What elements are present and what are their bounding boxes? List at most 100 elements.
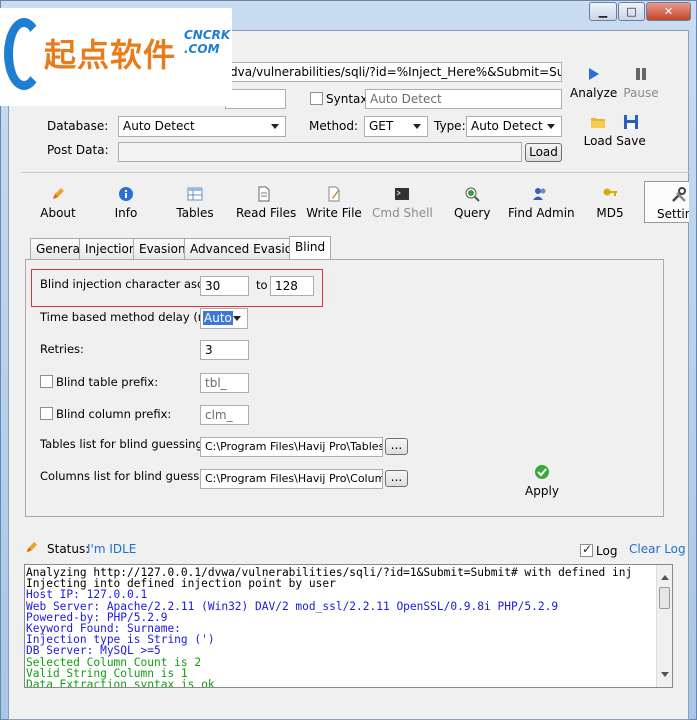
table-icon bbox=[187, 187, 203, 201]
status-pencil-icon bbox=[26, 541, 38, 553]
apply-button[interactable]: Apply bbox=[524, 464, 560, 498]
close-button[interactable]: ✕ bbox=[646, 2, 691, 21]
toolbar-find-admin-label: Find Admin bbox=[508, 206, 575, 220]
table-prefix-input[interactable]: tbl_ bbox=[200, 373, 249, 393]
terminal-icon bbox=[395, 188, 409, 200]
tab-blind[interactable]: Blind bbox=[289, 236, 332, 260]
toolbar-tables-label: Tables bbox=[176, 206, 214, 220]
method-label: Method: bbox=[309, 119, 359, 133]
blind-column-prefix-checkbox[interactable] bbox=[40, 407, 53, 420]
toolbar-tables[interactable]: Tables bbox=[176, 186, 214, 220]
toolbar-md5-label: MD5 bbox=[596, 206, 624, 220]
tables-list-label: Tables list for blind guessing: bbox=[40, 437, 207, 451]
database-select[interactable]: Auto Detect bbox=[118, 116, 286, 137]
load-label: Load bbox=[583, 134, 613, 148]
syntax-checkbox[interactable] bbox=[310, 92, 323, 105]
toolbar-cmd-shell[interactable]: Cmd Shell bbox=[372, 186, 433, 220]
toolbar-md5[interactable]: MD5 bbox=[596, 186, 624, 220]
watermark-logo: 起点软件 CNCRK .COM bbox=[0, 8, 232, 106]
post-data-label: Post Data: bbox=[47, 143, 109, 157]
pen-write-icon bbox=[328, 186, 340, 202]
toolbar-cmd-shell-label: Cmd Shell bbox=[372, 206, 433, 220]
columns-list-browse-button[interactable]: ... bbox=[385, 470, 408, 487]
log-line: DB Server: MySQL >=5 bbox=[26, 644, 161, 658]
toolbar-divider bbox=[22, 172, 689, 173]
toolbar-write-file[interactable]: Write File bbox=[306, 186, 362, 220]
log-label: Log bbox=[596, 544, 618, 558]
toolbar-info-label: Info bbox=[114, 206, 138, 220]
query-icon bbox=[465, 187, 480, 202]
analyze-button[interactable]: Analyze bbox=[570, 66, 618, 100]
toolbar-info[interactable]: Info bbox=[112, 186, 140, 220]
logo-mark-icon bbox=[4, 18, 44, 90]
toolbar-find-admin[interactable]: Find Admin bbox=[508, 186, 575, 220]
maximize-button[interactable]: □ bbox=[618, 2, 645, 21]
columns-list-input[interactable]: C:\Program Files\Havij Pro\Columns.t: bbox=[200, 469, 383, 489]
post-data-input[interactable] bbox=[118, 142, 522, 162]
target-url-input[interactable]: dva/vulnerabilities/sqli/?id=%Inject_Her… bbox=[225, 62, 562, 82]
database-label: Database: bbox=[47, 119, 109, 133]
key-icon bbox=[603, 188, 617, 196]
clear-log-link[interactable]: Clear Log bbox=[629, 542, 686, 556]
method-select[interactable]: GET bbox=[364, 116, 428, 137]
scroll-thumb[interactable] bbox=[659, 587, 670, 609]
log-output[interactable]: Analyzing http://127.0.0.1/dvwa/vulnerab… bbox=[24, 564, 673, 688]
minimize-button[interactable]: ▁ bbox=[589, 2, 617, 21]
pause-icon bbox=[636, 68, 646, 80]
scroll-up-arrow[interactable] bbox=[661, 571, 669, 580]
toolbar-about[interactable]: About bbox=[40, 186, 76, 220]
blind-table-prefix-checkbox[interactable] bbox=[40, 375, 53, 388]
post-load-button[interactable]: Load bbox=[525, 143, 562, 162]
type-label: Type: bbox=[434, 119, 466, 133]
column-prefix-input[interactable]: clm_ bbox=[200, 405, 249, 425]
save-label: Save bbox=[616, 134, 646, 148]
delay-label: Time based method delay (ms): bbox=[40, 310, 224, 324]
logo-text: 起点软件 bbox=[44, 36, 177, 74]
charset-to-input[interactable]: 128 bbox=[270, 276, 314, 296]
scroll-down-arrow[interactable] bbox=[661, 672, 669, 681]
charset-to-label: to bbox=[256, 278, 268, 292]
save-button[interactable]: Save bbox=[616, 114, 646, 148]
toolbar-read-files[interactable]: Read Files bbox=[236, 186, 296, 220]
play-icon bbox=[589, 68, 599, 80]
pencil-icon bbox=[53, 188, 64, 199]
status-label: Status: bbox=[47, 542, 90, 556]
pause-label: Pause bbox=[623, 86, 659, 100]
analyze-label: Analyze bbox=[570, 86, 618, 100]
pause-button[interactable]: Pause bbox=[622, 66, 660, 100]
log-lines: Analyzing http://127.0.0.1/dvwa/vulnerab… bbox=[26, 567, 672, 688]
tab-evasion[interactable]: Evasion bbox=[133, 238, 192, 260]
syntax-input[interactable]: Auto Detect bbox=[365, 89, 562, 109]
users-icon bbox=[533, 188, 546, 200]
apply-label: Apply bbox=[525, 484, 559, 498]
delay-select[interactable]: Auto bbox=[200, 308, 248, 329]
columns-list-label: Columns list for blind guessing: bbox=[40, 469, 221, 483]
status-value: I'm IDLE bbox=[87, 542, 137, 556]
log-scrollbar[interactable] bbox=[656, 565, 672, 687]
tables-list-browse-button[interactable]: ... bbox=[385, 438, 408, 455]
column-prefix-label: Blind column prefix: bbox=[56, 407, 172, 421]
document-icon bbox=[258, 186, 270, 202]
check-circle-icon bbox=[535, 465, 549, 479]
charset-from-input[interactable]: 30 bbox=[200, 276, 249, 296]
toolbar-about-label: About bbox=[40, 206, 76, 220]
toolbar-settings[interactable]: Settings bbox=[644, 181, 689, 223]
retries-label: Retries: bbox=[40, 342, 84, 356]
info-icon bbox=[119, 187, 133, 201]
type-select[interactable]: Auto Detect bbox=[466, 116, 562, 137]
log-line: Data Extraction syntax is ok bbox=[26, 678, 215, 688]
tools-icon bbox=[672, 187, 686, 202]
delay-value: Auto bbox=[203, 311, 233, 325]
folder-icon bbox=[591, 118, 605, 128]
table-prefix-label: Blind table prefix: bbox=[56, 375, 159, 389]
toolbar-read-files-label: Read Files bbox=[236, 206, 297, 220]
tab-advanced-evasion[interactable]: Advanced Evasion bbox=[184, 238, 306, 260]
load-button[interactable]: Load bbox=[582, 114, 614, 148]
tables-list-input[interactable]: C:\Program Files\Havij Pro\Tables.txt bbox=[200, 437, 383, 457]
log-line: Host IP: 127.0.0.1 bbox=[26, 588, 148, 602]
logo-domain: CNCRK .COM bbox=[184, 28, 231, 56]
retries-input[interactable]: 3 bbox=[200, 340, 249, 360]
log-checkbox[interactable] bbox=[580, 542, 593, 557]
toolbar-query[interactable]: Query bbox=[454, 186, 490, 220]
target-extra-input[interactable] bbox=[225, 89, 286, 109]
